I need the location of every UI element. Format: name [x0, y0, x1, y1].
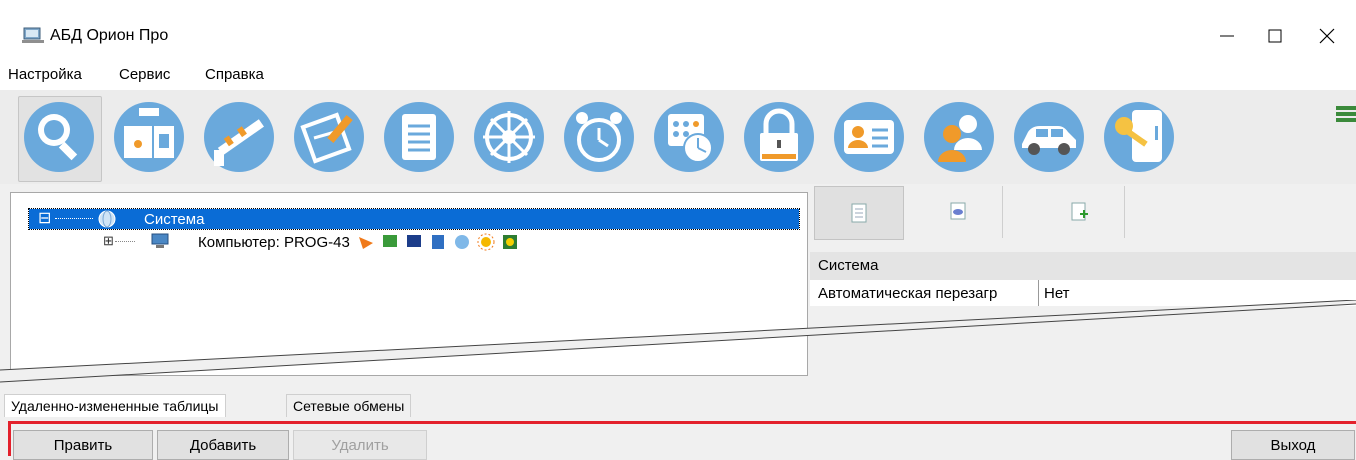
minimize-button[interactable] [1200, 18, 1254, 54]
menu-help[interactable]: Справка [205, 66, 264, 83]
people-button[interactable] [922, 100, 996, 174]
schedule-button[interactable] [652, 100, 726, 174]
floor-plan-icon [294, 102, 364, 172]
tree-label-computer: Компьютер: PROG-43 [198, 234, 350, 251]
module-status-icons [357, 233, 519, 251]
add-page-icon [1071, 202, 1088, 221]
page-icon [851, 203, 867, 223]
tree-expander-system[interactable]: ⊟ [38, 209, 51, 229]
tree-expander-computer[interactable]: ⊞ [103, 233, 114, 249]
section-header: Система [810, 252, 1356, 280]
module-icon [455, 235, 469, 249]
property-row[interactable]: Автоматическая перезагр Нет [810, 280, 1356, 306]
key-button[interactable] [1102, 100, 1176, 174]
module-icon [503, 235, 517, 249]
app-icon [22, 27, 44, 43]
properties-panel: Система Автоматическая перезагр Нет [810, 186, 1356, 376]
key-icon [1104, 102, 1174, 172]
globe-icon [98, 210, 116, 228]
module-icon [359, 237, 373, 249]
title-bar: АБД Орион Про [0, 0, 1356, 60]
menu-settings[interactable]: Настройка [8, 66, 82, 83]
bottom-tab-bar: Удаленно-измененные таблицы Сетевые обме… [0, 390, 1356, 420]
barrier-button[interactable] [202, 100, 276, 174]
column-divider [1038, 280, 1039, 306]
list-view-icon[interactable] [1336, 106, 1356, 124]
tree-panel: ⊟ Система ⊞ Компьютер: PROG-43 [10, 192, 808, 376]
note-icon [950, 202, 966, 220]
module-icon [383, 235, 397, 247]
alarm-clock-button[interactable] [562, 100, 636, 174]
property-name: Автоматическая перезагр [818, 285, 998, 302]
tree-connector [55, 218, 93, 219]
tab-remote-tables[interactable]: Удаленно-измененные таблицы [4, 394, 226, 417]
module-icon [432, 235, 444, 249]
tab-add[interactable] [1036, 186, 1125, 238]
module-icon [407, 235, 421, 247]
tab-network-exchanges[interactable]: Сетевые обмены [286, 394, 412, 417]
alarm-clock-icon [564, 102, 634, 172]
window-title: АБД Орион Про [50, 27, 169, 44]
devices-button[interactable] [112, 100, 186, 174]
tree-connector [115, 241, 135, 242]
action-bar: Править Добавить Удалить Выход [8, 421, 1356, 460]
tree-label-system: Система [144, 211, 205, 228]
barrier-icon [204, 102, 274, 172]
id-card-icon [834, 102, 904, 172]
devices-icon [114, 102, 184, 172]
close-button[interactable] [1300, 18, 1354, 54]
menu-service[interactable]: Сервис [119, 66, 170, 83]
minimize-icon [1220, 35, 1234, 37]
search-button[interactable] [22, 100, 96, 174]
id-card-button[interactable] [832, 100, 906, 174]
people-icon [924, 102, 994, 172]
document-icon [384, 102, 454, 172]
property-value: Нет [1044, 285, 1070, 302]
close-icon [1319, 28, 1335, 44]
maximize-icon [1268, 29, 1282, 43]
tab-notes[interactable] [914, 186, 1003, 238]
maximize-button[interactable] [1248, 18, 1302, 54]
schedule-icon [654, 102, 724, 172]
padlock-button[interactable] [742, 100, 816, 174]
module-icon [477, 233, 495, 251]
padlock-icon [744, 102, 814, 172]
tab-properties[interactable] [814, 186, 904, 240]
document-button[interactable] [382, 100, 456, 174]
steering-wheel-icon [474, 102, 544, 172]
search-icon [24, 102, 94, 172]
floor-plan-button[interactable] [292, 100, 366, 174]
computer-icon [151, 233, 169, 248]
section-title: Система [818, 257, 879, 274]
car-icon [1014, 102, 1084, 172]
steering-wheel-button[interactable] [472, 100, 546, 174]
menu-bar: Настройка Сервис Справка [0, 60, 1356, 90]
car-button[interactable] [1012, 100, 1086, 174]
